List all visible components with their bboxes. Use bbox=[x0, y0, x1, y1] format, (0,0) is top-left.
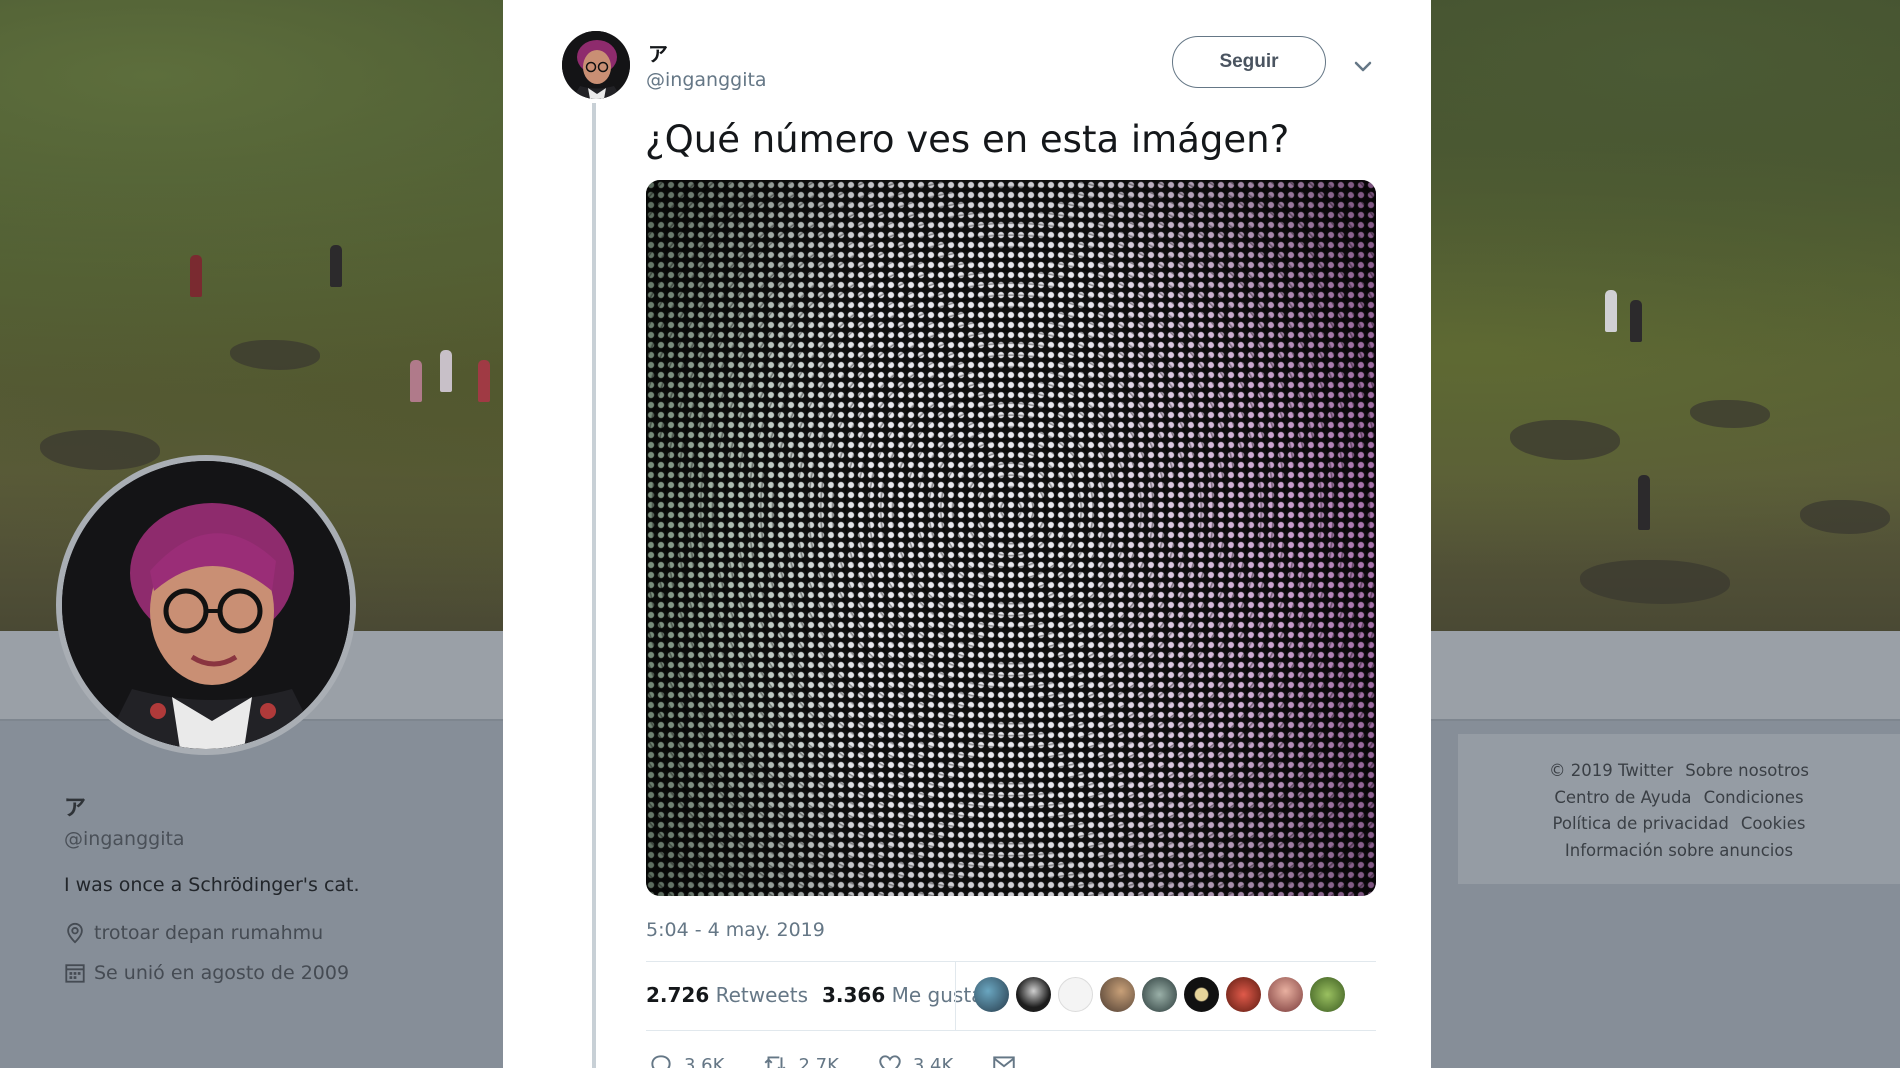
calendar-icon bbox=[65, 964, 85, 983]
liker-avatar[interactable] bbox=[1310, 977, 1345, 1012]
tweet-actions: 3,6K 2,7K 3,4K bbox=[648, 1052, 1017, 1068]
reply-button[interactable]: 3,6K bbox=[648, 1052, 724, 1068]
tweet-author-handle[interactable]: @inganggita bbox=[646, 69, 767, 91]
footer-link-help[interactable]: Centro de Ayuda bbox=[1554, 788, 1691, 807]
tweet-author-avatar[interactable] bbox=[562, 31, 630, 99]
retweet-button[interactable]: 2,7K bbox=[762, 1052, 839, 1068]
liker-avatar[interactable] bbox=[1184, 977, 1219, 1012]
footer-link-privacy[interactable]: Política de privacidad bbox=[1552, 814, 1728, 833]
thread-line bbox=[592, 103, 596, 1068]
like-button[interactable]: 3,4K bbox=[877, 1052, 953, 1068]
likes-label: Me gusta bbox=[891, 983, 984, 1007]
liker-avatar[interactable] bbox=[1016, 977, 1051, 1012]
reply-count: 3,6K bbox=[684, 1054, 725, 1068]
liker-avatar[interactable] bbox=[974, 977, 1009, 1012]
tweet-timestamp[interactable]: 5:04 - 4 may. 2019 bbox=[646, 919, 825, 941]
tweet-modal: ア @inganggita Seguir ¿Qué número ves en … bbox=[503, 0, 1431, 1068]
chevron-down-icon[interactable] bbox=[1351, 54, 1375, 78]
footer-link-cookies[interactable]: Cookies bbox=[1741, 814, 1806, 833]
profile-name[interactable]: ア bbox=[64, 790, 360, 822]
liker-avatar[interactable] bbox=[1058, 977, 1093, 1012]
footer-link-about[interactable]: Sobre nosotros bbox=[1685, 761, 1809, 780]
stats-top-divider bbox=[646, 961, 1376, 962]
tweet-stats: 2.726 Retweets 3.366 Me gusta bbox=[646, 983, 983, 1007]
location-pin-icon bbox=[67, 922, 83, 944]
retweet-icon bbox=[764, 1056, 786, 1068]
retweet-count: 2,7K bbox=[798, 1054, 839, 1068]
liker-avatars bbox=[974, 977, 1345, 1012]
heart-icon bbox=[879, 1055, 901, 1068]
stats-bottom-divider bbox=[646, 1030, 1376, 1031]
like-count: 3,4K bbox=[912, 1054, 954, 1068]
envelope-icon bbox=[993, 1056, 1016, 1068]
stats-separator bbox=[955, 962, 956, 1030]
tweet-image[interactable] bbox=[646, 180, 1376, 896]
site-footer: © 2019 Twitter Sobre nosotros Centro de A… bbox=[1458, 734, 1900, 884]
profile-location: trotoar depan rumahmu bbox=[64, 922, 360, 944]
profile-handle[interactable]: @inganggita bbox=[64, 828, 360, 850]
tweet-author-name[interactable]: ア bbox=[648, 38, 668, 67]
likes-count: 3.366 bbox=[822, 983, 886, 1007]
footer-link-ads-info[interactable]: Información sobre anuncios bbox=[1565, 841, 1793, 860]
follow-button[interactable]: Seguir bbox=[1172, 36, 1326, 88]
liker-avatar[interactable] bbox=[1142, 977, 1177, 1012]
profile-location-text: trotoar depan rumahmu bbox=[94, 922, 324, 944]
liker-avatar[interactable] bbox=[1100, 977, 1135, 1012]
footer-link-copyright: © 2019 Twitter bbox=[1549, 761, 1674, 780]
profile-joined-text: Se unió en agosto de 2009 bbox=[94, 962, 350, 984]
retweets-label: Retweets bbox=[715, 983, 808, 1007]
profile-avatar[interactable] bbox=[56, 455, 356, 755]
liker-avatar[interactable] bbox=[1268, 977, 1303, 1012]
direct-message-button[interactable] bbox=[991, 1052, 1017, 1068]
retweets-stat[interactable]: 2.726 Retweets bbox=[646, 983, 808, 1007]
profile-bio: I was once a Schrödinger's cat. bbox=[64, 874, 360, 896]
retweets-count: 2.726 bbox=[646, 983, 710, 1007]
profile-joined: Se unió en agosto de 2009 bbox=[64, 962, 360, 984]
likes-stat[interactable]: 3.366 Me gusta bbox=[822, 983, 983, 1007]
tweet-text: ¿Qué número ves en esta imágen? bbox=[645, 118, 1290, 161]
reply-icon bbox=[651, 1055, 671, 1068]
liker-avatar[interactable] bbox=[1226, 977, 1261, 1012]
footer-link-terms[interactable]: Condiciones bbox=[1704, 788, 1804, 807]
